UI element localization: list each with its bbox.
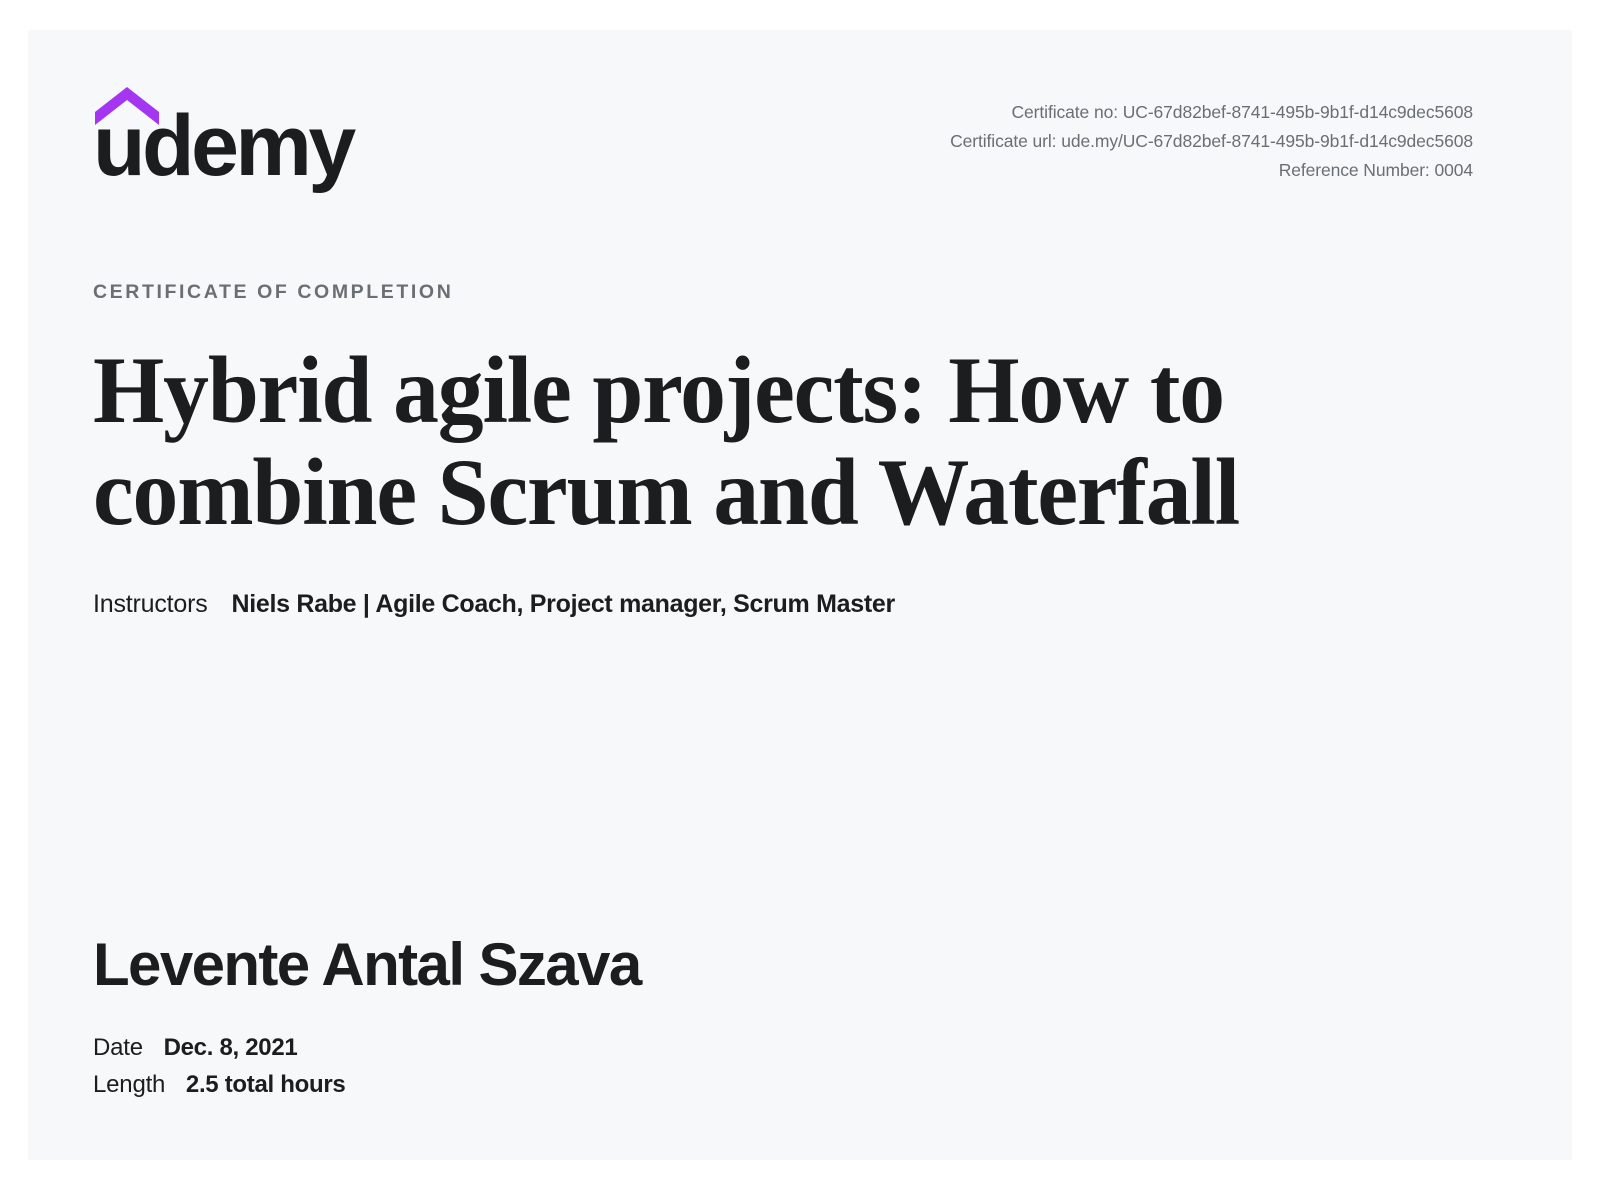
certificate-url: Certificate url: ude.my/UC-67d82bef-8741… [950,131,1473,151]
certificate-header: udemy Certificate no: UC-67d82bef-8741-4… [28,30,1572,210]
date-row: Date Dec. 8, 2021 [93,1029,641,1066]
instructors-row: Instructors Niels Rabe | Agile Coach, Pr… [93,589,1507,619]
date-label: Date [93,1034,143,1061]
certificate-body: CERTIFICATE OF COMPLETION Hybrid agile p… [93,281,1507,619]
reference-number: Reference Number: 0004 [1278,160,1473,180]
length-label: Length [93,1071,166,1098]
length-value: 2.5 total hours [185,1071,346,1098]
certificate-page: udemy Certificate no: UC-67d82bef-8741-4… [28,30,1572,1160]
instructors-value: Niels Rabe | Agile Coach, Project manage… [231,589,895,618]
instructors-label: Instructors [93,589,208,618]
certificate-eyebrow: CERTIFICATE OF COMPLETION [93,281,454,303]
recipient-name: Levente Antal Szava [93,931,642,998]
length-row: Length 2.5 total hours [93,1066,641,1103]
udemy-wordmark: udemy [93,98,356,194]
certificate-number: Certificate no: UC-67d82bef-8741-495b-9b… [1011,102,1474,122]
date-value: Dec. 8, 2021 [163,1034,298,1061]
certificate-meta: Certificate no: UC-67d82bef-8741-495b-9b… [950,98,1473,185]
recipient-block: Levente Antal Szava Date Dec. 8, 2021 Le… [93,931,642,1103]
udemy-logo: udemy [93,85,363,195]
course-title: Hybrid agile projects: How to combine Sc… [93,336,1240,545]
